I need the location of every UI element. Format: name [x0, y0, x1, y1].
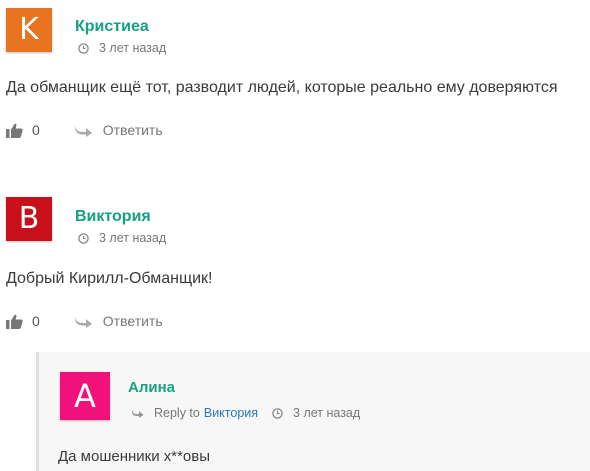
avatar[interactable]: B	[6, 197, 52, 241]
reply-to-label: Reply to	[154, 406, 200, 420]
comment-author[interactable]: Алина	[128, 379, 175, 396]
reply-arrow-icon	[74, 316, 92, 328]
like-count: 0	[32, 122, 40, 138]
reply-to-link[interactable]: Виктория	[204, 406, 258, 420]
comment-text: Да мошенники х**овы	[58, 448, 211, 465]
thumbs-up-icon	[6, 314, 23, 329]
comment-meta: Reply to Виктория 3 лет назад	[131, 406, 360, 420]
reply-label: Ответить	[102, 122, 163, 138]
like-count: 0	[32, 313, 40, 329]
reply-button[interactable]: Ответить	[74, 122, 163, 138]
comment-time: 3 лет назад	[99, 231, 167, 245]
comment-actions: 0 Ответить	[6, 120, 163, 140]
comment-author[interactable]: Кристиеа	[75, 18, 149, 36]
comment-author[interactable]: Виктория	[75, 208, 151, 226]
clock-icon	[272, 407, 283, 419]
clock-icon	[78, 42, 89, 54]
comment-actions: 0 Ответить	[6, 311, 163, 331]
comment-text: Добрый Кирилл-Обманщик!	[6, 270, 213, 287]
like-button[interactable]: 0	[6, 122, 40, 138]
comment-text: Да обманщик ещё тот, разводит людей, кот…	[6, 79, 558, 96]
comment-meta: 3 лет назад	[78, 231, 166, 245]
like-button[interactable]: 0	[6, 313, 40, 329]
clock-icon	[78, 232, 89, 244]
comment-meta: 3 лет назад	[78, 41, 166, 55]
reply-label: Ответить	[102, 313, 163, 329]
reply-comment: A Алина Reply to Виктория 3 лет назад Да…	[36, 352, 590, 471]
comment-time: 3 лет назад	[293, 406, 361, 420]
avatar[interactable]: A	[60, 372, 110, 420]
avatar[interactable]: K	[6, 8, 52, 52]
comment-time: 3 лет назад	[99, 41, 167, 55]
reply-button[interactable]: Ответить	[74, 313, 163, 329]
reply-arrow-icon	[131, 409, 144, 418]
reply-arrow-icon	[74, 125, 92, 137]
thumbs-up-icon	[6, 123, 23, 138]
